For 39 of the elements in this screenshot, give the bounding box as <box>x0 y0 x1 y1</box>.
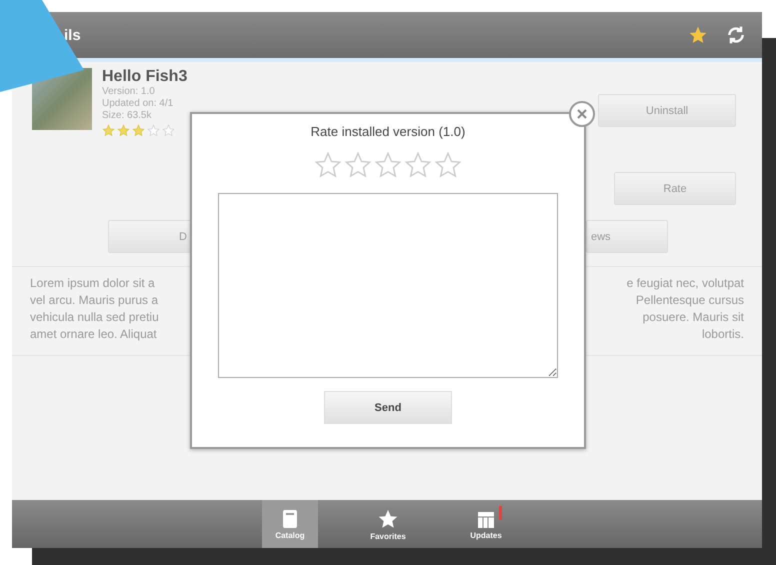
action-button[interactable]: Rate <box>614 172 736 205</box>
window-title: ils <box>63 26 82 44</box>
rating-star <box>344 151 372 179</box>
review-field[interactable] <box>218 193 558 378</box>
description-text: Pellentesque cursus <box>636 292 744 309</box>
tab[interactable]: Catalog <box>262 500 318 548</box>
close-button[interactable] <box>569 101 595 127</box>
app-size: Size: 63.5k <box>102 110 152 122</box>
tab[interactable]: Favorites <box>360 500 416 548</box>
send-button[interactable]: Send <box>324 391 452 424</box>
close-icon <box>577 109 587 119</box>
rating-star <box>374 151 402 179</box>
description-text: posuere. Mauris sit <box>642 309 744 326</box>
rating-star <box>314 151 342 179</box>
action-button[interactable]: D <box>108 220 192 253</box>
rating-star <box>162 124 175 137</box>
app-updated: Updated on: 4/1 <box>102 98 174 110</box>
description-text: e feugiat nec, volutpat <box>626 275 744 292</box>
description-text: vel arcu. Mauris purus a <box>30 292 158 309</box>
star-icon[interactable] <box>688 25 708 45</box>
action-button[interactable]: ews <box>586 220 668 253</box>
rating-star <box>434 151 462 179</box>
rating-star <box>132 124 145 137</box>
app-name: Hello Fish3 <box>102 68 188 86</box>
description-text: Lorem ipsum dolor sit a <box>30 275 155 292</box>
dialog-title: Rate installed version (1.0) <box>310 124 466 139</box>
tab[interactable]: Updates <box>458 500 514 548</box>
book-icon <box>282 508 298 528</box>
star-icon <box>377 508 399 530</box>
rating-star <box>117 124 130 137</box>
description-text: vehicula nulla sed pretiu <box>30 309 159 326</box>
refresh-icon[interactable] <box>726 25 746 45</box>
action-button[interactable]: Uninstall <box>598 94 736 127</box>
rating-star <box>102 124 115 137</box>
app-version: Version: 1.0 <box>102 86 156 98</box>
description-text: lobortis. <box>702 326 744 343</box>
rating-star <box>404 151 432 179</box>
description-text: amet ornare leo. Aliquat <box>30 326 157 343</box>
rating-star <box>147 124 160 137</box>
